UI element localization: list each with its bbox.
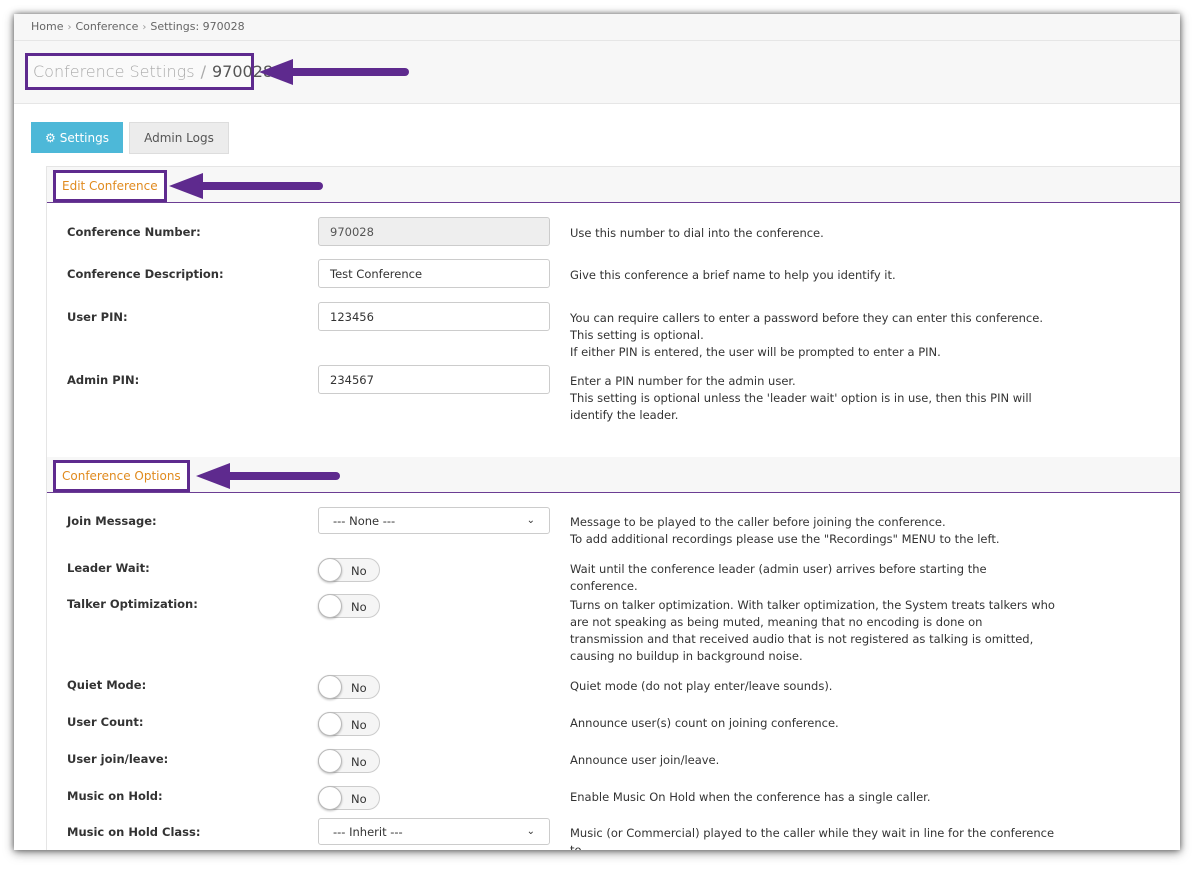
help-line: Turns on talker optimization. With talke… bbox=[570, 598, 1055, 663]
user-join-leave-help: Announce user join/leave. bbox=[570, 752, 1055, 769]
toggle-knob bbox=[318, 712, 342, 736]
help-line: Music (or Commercial) played to the call… bbox=[570, 826, 1055, 850]
help-line: To add additional recordings please use … bbox=[570, 532, 1000, 546]
admin-pin-input[interactable]: 234567 bbox=[318, 365, 550, 394]
help-line: This setting is optional. bbox=[570, 328, 704, 342]
conference-number-help: Use this number to dial into the confere… bbox=[570, 225, 1055, 242]
header-divider bbox=[14, 40, 1180, 41]
chevron-down-icon: ⌄ bbox=[526, 515, 535, 526]
music-on-hold-value: No bbox=[351, 792, 367, 806]
leader-wait-help: Wait until the conference leader (admin … bbox=[570, 561, 1055, 595]
help-line: Use this number to dial into the confere… bbox=[570, 226, 824, 240]
help-line: Message to be played to the caller befor… bbox=[570, 515, 946, 529]
talker-optimization-label: Talker Optimization: bbox=[67, 597, 198, 611]
main-content: ⚙ Settings Admin Logs Edit Conference Con… bbox=[14, 103, 1180, 850]
user-pin-input[interactable]: 123456 bbox=[318, 302, 550, 331]
help-line: Enter a PIN number for the admin user. bbox=[570, 374, 796, 388]
conference-description-input[interactable]: Test Conference bbox=[318, 259, 550, 288]
user-join-leave-value: No bbox=[351, 755, 367, 769]
toggle-knob bbox=[318, 786, 342, 810]
help-line: This setting is optional unless the 'lea… bbox=[570, 391, 1032, 422]
settings-panel: Edit Conference Conference Number: 97002… bbox=[46, 166, 1180, 850]
music-on-hold-class-value: --- Inherit --- bbox=[333, 824, 403, 839]
help-line: Announce user join/leave. bbox=[570, 753, 720, 767]
user-count-help: Announce user(s) count on joining confer… bbox=[570, 715, 1055, 732]
tab-admin-logs-label: Admin Logs bbox=[144, 131, 214, 145]
app-window: Home › Conference › Settings: 970028 Confere… bbox=[14, 14, 1180, 850]
help-line: Give this conference a brief name to hel… bbox=[570, 268, 896, 282]
music-on-hold-class-label: Music on Hold Class: bbox=[67, 825, 201, 839]
user-pin-help: You can require callers to enter a passw… bbox=[570, 310, 1055, 361]
quiet-mode-toggle[interactable]: No bbox=[318, 675, 380, 699]
conference-number-field: 970028 bbox=[318, 217, 550, 246]
tab-admin-logs[interactable]: Admin Logs bbox=[129, 122, 229, 154]
breadcrumb-home[interactable]: Home bbox=[31, 20, 63, 33]
talker-optimization-value: No bbox=[351, 600, 367, 614]
help-line: If either PIN is entered, the user will … bbox=[570, 345, 941, 359]
user-count-value: No bbox=[351, 718, 367, 732]
talker-optimization-help: Turns on talker optimization. With talke… bbox=[570, 597, 1055, 665]
page-title: Conference Settings/970028 bbox=[25, 53, 273, 90]
help-line: Enable Music On Hold when the conference… bbox=[570, 790, 931, 804]
annotation-arrow-icon bbox=[169, 173, 323, 199]
user-pin-label: User PIN: bbox=[67, 310, 128, 324]
help-line: Quiet mode (do not play enter/leave soun… bbox=[570, 679, 833, 693]
talker-optimization-toggle[interactable]: No bbox=[318, 594, 380, 618]
conference-description-label: Conference Description: bbox=[67, 267, 224, 281]
breadcrumb: Home › Conference › Settings: 970028 bbox=[31, 20, 245, 33]
toggle-knob bbox=[318, 749, 342, 773]
music-on-hold-toggle[interactable]: No bbox=[318, 786, 380, 810]
admin-pin-label: Admin PIN: bbox=[67, 373, 140, 387]
annotation-arrow-icon bbox=[259, 59, 409, 85]
page-title-separator: / bbox=[200, 62, 206, 81]
help-line: Wait until the conference leader (admin … bbox=[570, 562, 987, 593]
annotation-arrow-icon bbox=[196, 463, 340, 489]
toggle-knob bbox=[318, 558, 342, 582]
chevron-right-icon: › bbox=[67, 22, 72, 33]
breadcrumb-current: Settings: 970028 bbox=[150, 20, 245, 33]
music-on-hold-help: Enable Music On Hold when the conference… bbox=[570, 789, 1055, 806]
section-edit-conference-title: Edit Conference bbox=[53, 170, 167, 202]
conference-number-label: Conference Number: bbox=[67, 225, 201, 239]
user-count-toggle[interactable]: No bbox=[318, 712, 380, 736]
tab-settings[interactable]: ⚙ Settings bbox=[31, 122, 123, 153]
chevron-right-icon: › bbox=[142, 22, 147, 33]
tab-settings-label: Settings bbox=[59, 130, 109, 145]
quiet-mode-value: No bbox=[351, 681, 367, 695]
music-on-hold-class-select[interactable]: --- Inherit --- ⌄ bbox=[318, 818, 550, 845]
join-message-value: --- None --- bbox=[333, 513, 396, 528]
quiet-mode-help: Quiet mode (do not play enter/leave soun… bbox=[570, 678, 1055, 695]
quiet-mode-label: Quiet Mode: bbox=[67, 678, 147, 692]
toggle-knob bbox=[318, 675, 342, 699]
breadcrumb-conference[interactable]: Conference bbox=[75, 20, 138, 33]
conference-description-help: Give this conference a brief name to hel… bbox=[570, 267, 1055, 284]
leader-wait-value: No bbox=[351, 564, 367, 578]
user-join-leave-label: User join/leave: bbox=[67, 752, 169, 766]
gear-icon: ⚙ bbox=[45, 130, 56, 145]
join-message-select[interactable]: --- None --- ⌄ bbox=[318, 507, 550, 534]
join-message-label: Join Message: bbox=[67, 514, 157, 528]
toggle-knob bbox=[318, 594, 342, 618]
chevron-down-icon: ⌄ bbox=[526, 826, 535, 837]
leader-wait-toggle[interactable]: No bbox=[318, 558, 380, 582]
music-on-hold-class-help: Music (or Commercial) played to the call… bbox=[570, 825, 1055, 850]
admin-pin-help: Enter a PIN number for the admin user. T… bbox=[570, 373, 1055, 424]
leader-wait-label: Leader Wait: bbox=[67, 561, 150, 575]
help-line: You can require callers to enter a passw… bbox=[570, 311, 1043, 325]
section-conference-options-title: Conference Options bbox=[53, 460, 190, 492]
help-line: Announce user(s) count on joining confer… bbox=[570, 716, 839, 730]
page-title-text: Conference Settings bbox=[33, 62, 195, 81]
user-count-label: User Count: bbox=[67, 715, 144, 729]
music-on-hold-label: Music on Hold: bbox=[67, 789, 163, 803]
user-join-leave-toggle[interactable]: No bbox=[318, 749, 380, 773]
join-message-help: Message to be played to the caller befor… bbox=[570, 514, 1055, 548]
